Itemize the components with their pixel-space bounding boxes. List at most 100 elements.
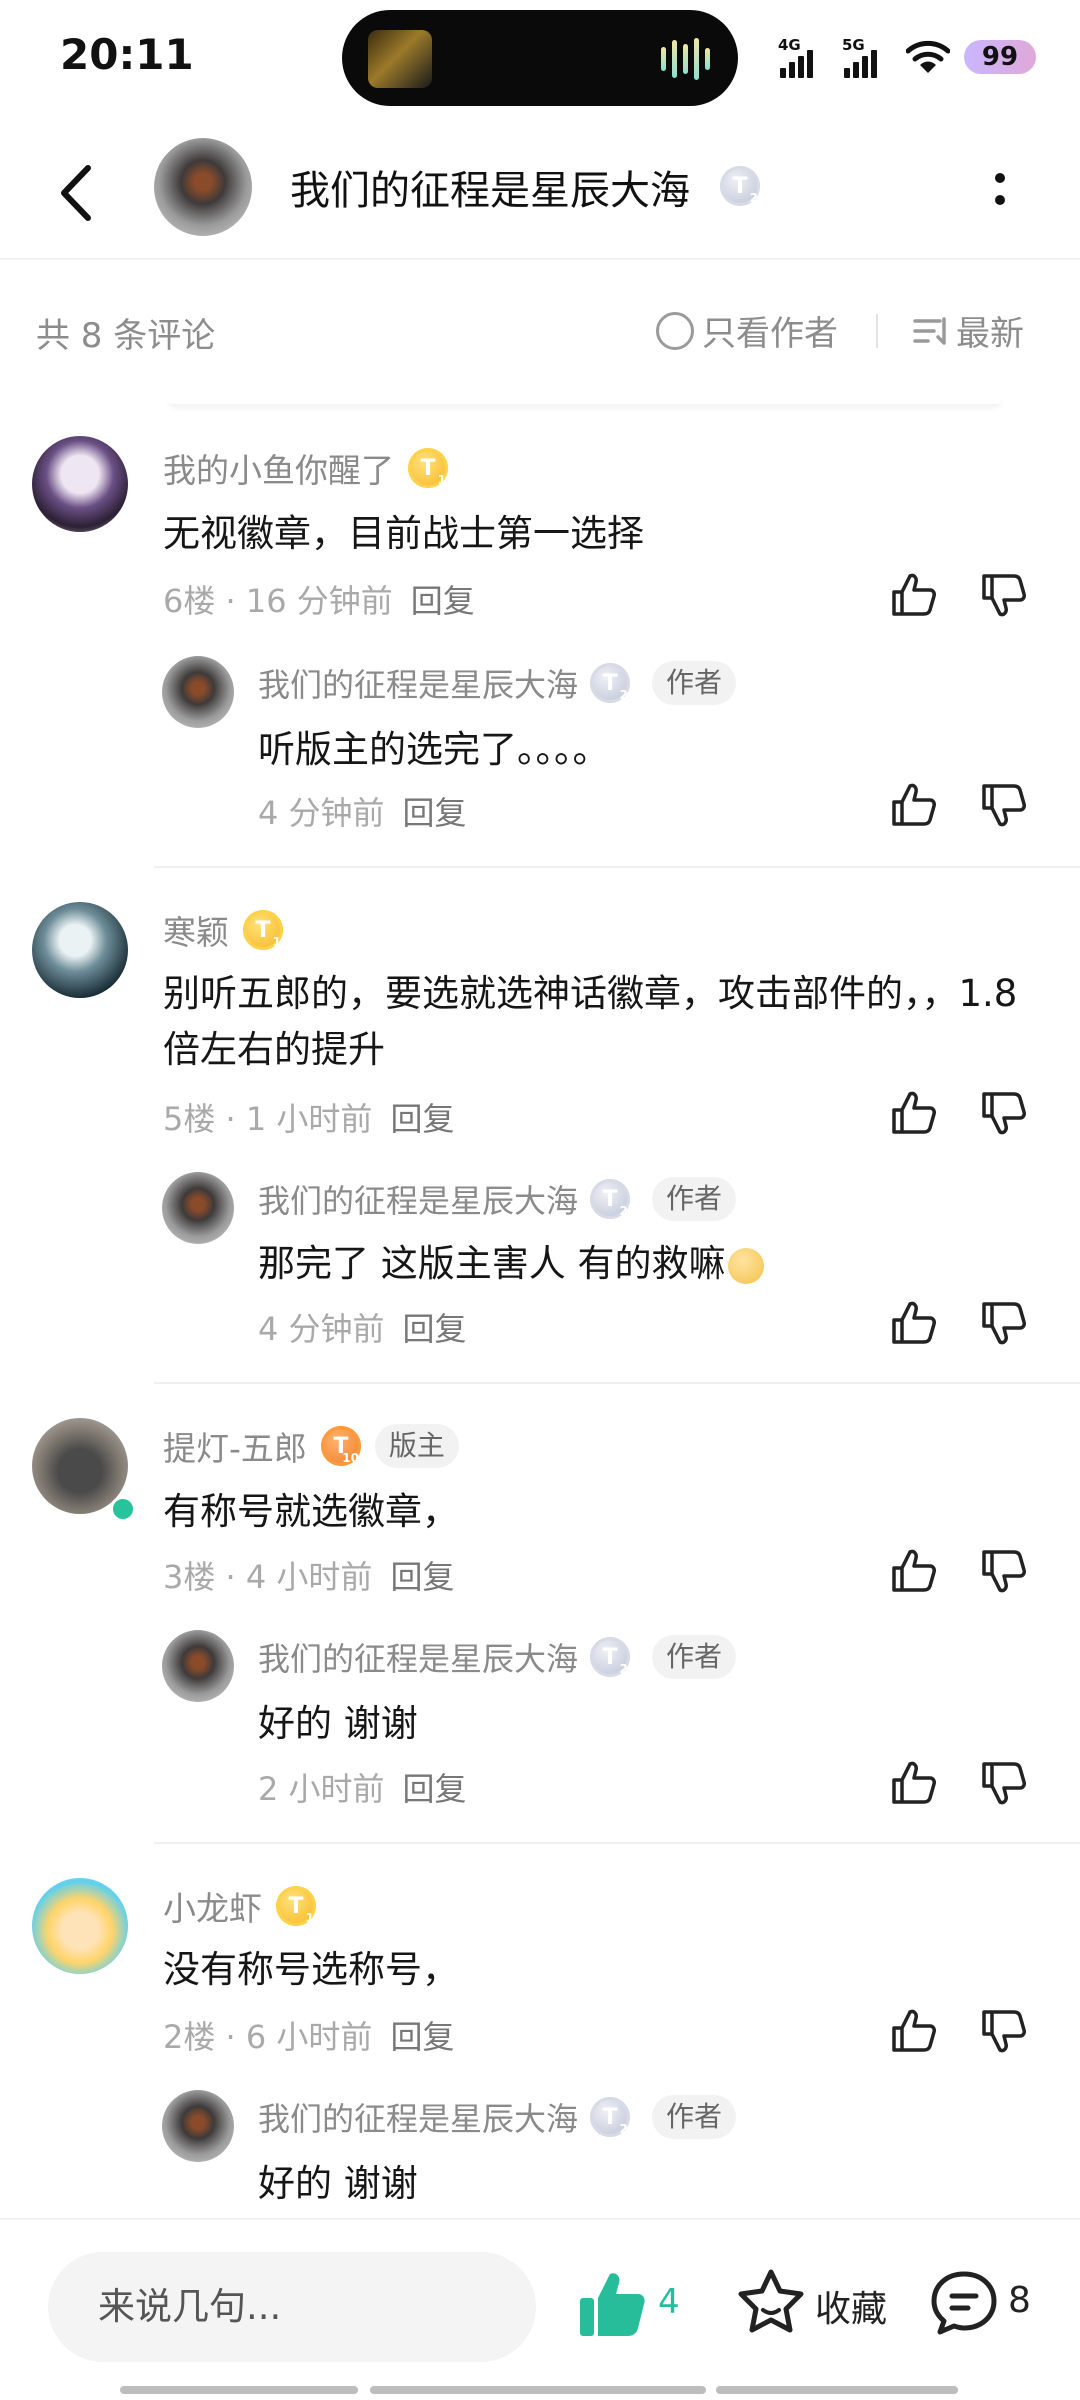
level-badge-letter: T xyxy=(288,1893,304,1919)
comment-bubble-icon[interactable] xyxy=(928,2266,1000,2338)
comment-meta: 3楼 · 4 小时前 回复 xyxy=(163,1558,455,1596)
star-icon[interactable] xyxy=(735,2266,807,2338)
thumbs-down-icon[interactable] xyxy=(978,1298,1028,1348)
level-badge: T1 xyxy=(408,448,448,488)
thumbs-up-filled-icon[interactable] xyxy=(576,2268,650,2342)
reply-author-name[interactable]: 我们的征程是星辰大海 xyxy=(258,1176,578,1222)
thumbs-up-icon[interactable] xyxy=(888,1758,938,1808)
level-badge: T 2 xyxy=(720,166,760,206)
level-badge: T1 xyxy=(243,910,283,950)
thumbs-up-icon[interactable] xyxy=(888,780,938,830)
comment-count: 共 8 条评论 xyxy=(36,316,216,356)
commenter-name[interactable]: 我的小鱼你醒了 xyxy=(163,444,394,492)
level-badge-letter: T xyxy=(255,917,271,943)
commenter-avatar[interactable] xyxy=(32,1878,128,1974)
level-badge-letter: T xyxy=(732,173,748,199)
commenter-avatar[interactable] xyxy=(32,436,128,532)
reply-text: 那完了 这版主害人 有的救嘛 xyxy=(258,1242,726,1285)
thumbs-down-icon[interactable] xyxy=(978,1758,1028,1808)
bottom-action-bar: 来说几句... 4 收藏 8 xyxy=(0,2218,1080,2400)
reply-author-name[interactable]: 我们的征程是星辰大海 xyxy=(258,660,578,706)
comment-time: 16 分钟前 xyxy=(245,582,393,620)
reply-button[interactable]: 回复 xyxy=(403,1310,467,1348)
comment-text: 没有称号选称号， xyxy=(163,1948,459,1991)
status-bar: 20:11 4G 5G 99 xyxy=(0,0,1080,120)
thumbs-up-icon[interactable] xyxy=(888,570,938,620)
author-tag: 作者 xyxy=(652,2095,737,2139)
reply-button[interactable]: 回复 xyxy=(403,794,467,832)
commenter-name[interactable]: 提灯-五郎 xyxy=(163,1422,307,1470)
only-author-toggle[interactable]: 只看作者 xyxy=(656,306,838,355)
thumbs-down-icon[interactable] xyxy=(978,780,1028,830)
comment-meta: 6楼 · 16 分钟前 回复 xyxy=(163,582,475,620)
reply-avatar[interactable] xyxy=(162,1630,234,1702)
comment-meta: 5楼 · 1 小时前 回复 xyxy=(163,1100,455,1138)
reply-button[interactable]: 回复 xyxy=(390,1558,454,1596)
commenter-avatar[interactable] xyxy=(32,902,128,998)
level-badge-number: 1 xyxy=(437,473,446,487)
home-indicator-segment xyxy=(120,2386,358,2394)
favorite-button[interactable]: 收藏 xyxy=(815,2280,887,2332)
radio-icon xyxy=(656,311,694,350)
comment-divider xyxy=(154,866,1080,868)
comment-text: 有称号就选徽章， xyxy=(163,1490,459,1533)
comment-input[interactable]: 来说几句... xyxy=(48,2252,536,2362)
status-icons: 4G 5G 99 xyxy=(778,34,1036,80)
reply-button[interactable]: 回复 xyxy=(403,1770,467,1808)
commenter-name[interactable]: 寒颖 xyxy=(163,906,229,954)
thumbs-down-icon[interactable] xyxy=(978,2006,1028,2056)
thumbs-down-icon[interactable] xyxy=(978,570,1028,620)
level-badge-letter: T xyxy=(602,1186,618,1212)
reply-author-name[interactable]: 我们的征程是星辰大海 xyxy=(258,2094,578,2140)
reply-text-row: 那完了 这版主害人 有的救嘛 xyxy=(258,1236,1038,1292)
thumbs-up-icon[interactable] xyxy=(888,2006,938,2056)
reply-avatar[interactable] xyxy=(162,2090,234,2162)
home-indicator-segment xyxy=(716,2386,958,2394)
reply-button[interactable]: 回复 xyxy=(390,2018,454,2056)
comments-count: 8 xyxy=(1008,2280,1031,2321)
cellular-4g-icon: 4G xyxy=(778,36,828,78)
level-badge-letter: T xyxy=(420,455,436,481)
commenter-name[interactable]: 小龙虾 xyxy=(163,1882,262,1930)
level-badge: T 10 xyxy=(320,1426,361,1466)
comments-page: 20:11 4G 5G 99 我们的征程是星辰大海 T 2 共 8 条评论 只看… xyxy=(0,0,1080,2400)
sort-toggle[interactable]: 最新 xyxy=(912,306,1024,355)
reply-time: 4 分钟前 xyxy=(258,794,385,832)
thumbs-down-icon[interactable] xyxy=(978,1546,1028,1596)
reply-meta: 4 分钟前 回复 xyxy=(258,788,467,834)
sort-label: 最新 xyxy=(956,314,1024,354)
author-avatar[interactable] xyxy=(154,138,252,236)
reply-name-row: 我们的征程是星辰大海 T2 作者 xyxy=(258,1634,737,1680)
reply-button[interactable]: 回复 xyxy=(411,582,475,620)
reply-author-name[interactable]: 我们的征程是星辰大海 xyxy=(258,1634,578,1680)
thumbs-up-icon[interactable] xyxy=(888,1298,938,1348)
back-arrow-icon[interactable] xyxy=(52,158,102,228)
comment-time: 1 小时前 xyxy=(245,1100,373,1138)
more-options-icon[interactable] xyxy=(980,154,1020,224)
dynamic-island[interactable] xyxy=(342,10,738,106)
reply-avatar[interactable] xyxy=(162,656,234,728)
level-badge-letter: T xyxy=(602,1644,618,1670)
audio-wave-icon xyxy=(661,38,710,80)
thumbs-up-icon[interactable] xyxy=(888,1546,938,1596)
author-tag: 作者 xyxy=(652,1177,737,1221)
reply-name-row: 我们的征程是星辰大海 T2 作者 xyxy=(258,1176,737,1222)
thumbs-up-icon[interactable] xyxy=(888,1088,938,1138)
verified-badge-icon xyxy=(110,1496,136,1522)
commenter-name-row: 我的小鱼你醒了 T1 xyxy=(163,444,448,492)
reply-avatar[interactable] xyxy=(162,1172,234,1244)
level-badge-letter: T xyxy=(602,670,618,696)
cellular-5g-icon: 5G xyxy=(842,36,892,78)
floor-number: 5楼 xyxy=(163,1100,216,1138)
emoji-icon xyxy=(727,1247,764,1284)
comment-time: 4 小时前 xyxy=(245,1558,373,1596)
author-tag: 作者 xyxy=(652,661,737,705)
level-badge: T2 xyxy=(590,2097,631,2137)
thumbs-down-icon[interactable] xyxy=(978,1088,1028,1138)
reply-meta: 4 分钟前 回复 xyxy=(258,1304,467,1350)
level-badge: T2 xyxy=(590,1637,631,1677)
reply-time: 4 分钟前 xyxy=(258,1310,385,1348)
reply-button[interactable]: 回复 xyxy=(390,1100,454,1138)
level-badge-letter: T xyxy=(602,2104,618,2130)
floor-number: 3楼 xyxy=(163,1558,216,1596)
